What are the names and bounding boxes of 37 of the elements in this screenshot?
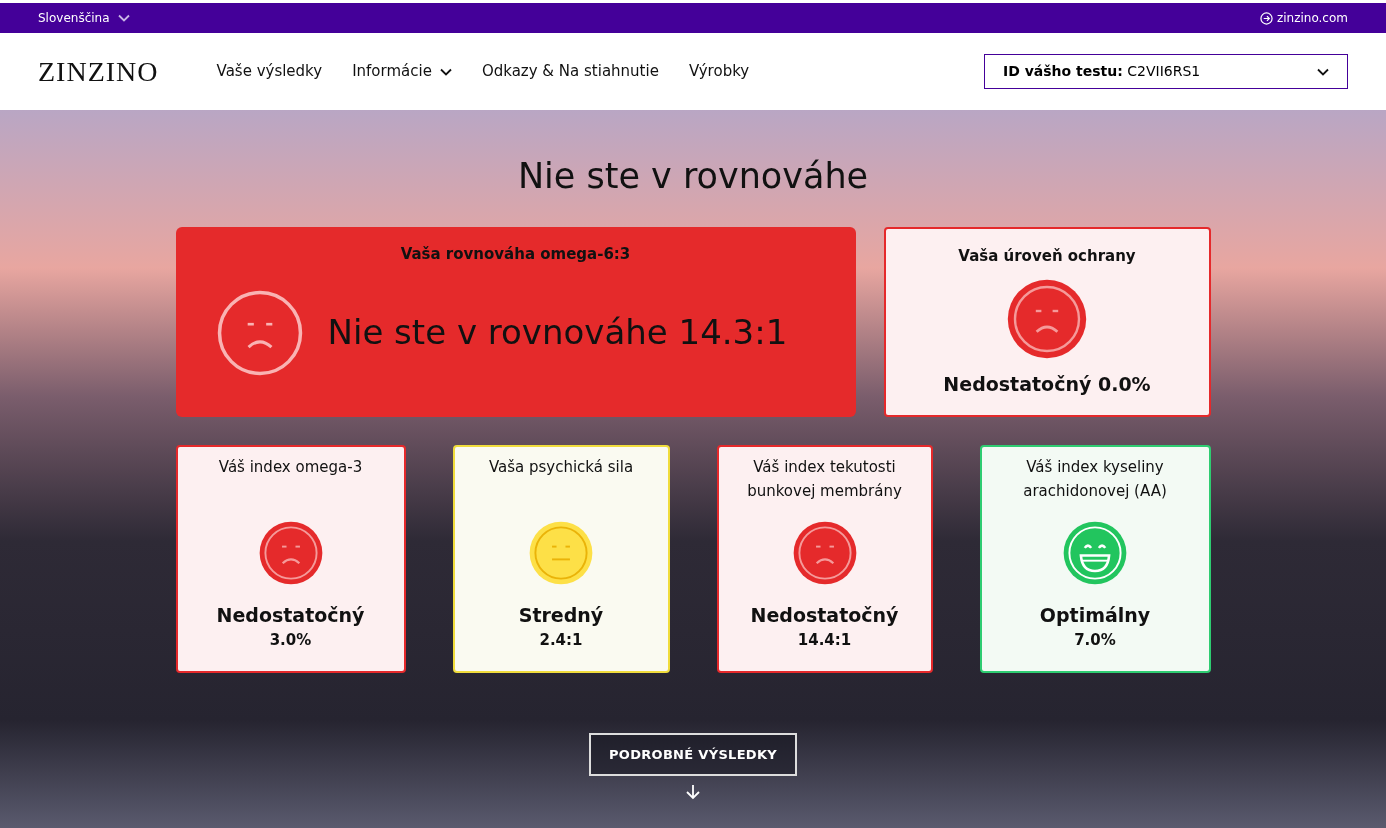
chevron-down-icon xyxy=(117,14,130,22)
rating-text: Nedostatočný xyxy=(750,602,899,628)
page-title: Nie ste v rovnováhe xyxy=(517,155,869,198)
sad-face-icon xyxy=(215,288,304,377)
language-selector[interactable]: Slovenščina xyxy=(38,9,130,27)
card-title: Vaša rovnováha omega-6:3 xyxy=(399,243,632,265)
chevron-down-icon xyxy=(1317,67,1329,76)
logo[interactable]: ZINZINO xyxy=(38,50,159,93)
rating-text: Stredný xyxy=(518,602,604,628)
nav-link[interactable]: Vaše výsledky xyxy=(216,60,323,83)
nav-link[interactable]: Výrobky xyxy=(688,60,750,83)
nav-link[interactable]: Odkazy & Na stiahnutie xyxy=(481,60,659,83)
rating-text: Nedostatočný xyxy=(216,602,365,628)
rating-text: Optimálny xyxy=(1039,602,1151,628)
sad-face-icon xyxy=(258,520,323,585)
card-title: Vaša úroveň ochrany xyxy=(958,245,1136,267)
arrow-circle-icon xyxy=(1259,11,1273,25)
nav-link[interactable]: Informácie xyxy=(352,60,452,83)
neutral-face-icon xyxy=(529,520,593,585)
card-title: Vaša psychická sila xyxy=(487,456,635,478)
card-title: Váš index kyseliny arachidonovej (AA) xyxy=(1022,456,1168,502)
card-title: Váš index omega-3 xyxy=(217,456,364,478)
result-value: 2.4:1 xyxy=(539,630,583,651)
test-id-dropdown[interactable]: ID vášho testu: C2VII6RS1 xyxy=(984,54,1348,89)
result-value: 7.0% xyxy=(1074,630,1116,651)
result-text: Nie ste v rovnováhe 14.3:1 xyxy=(327,311,788,355)
arrow-down-icon xyxy=(685,784,701,800)
result-text: Nedostatočný 0.0% xyxy=(943,372,1151,397)
smiling-face-icon xyxy=(1063,520,1127,585)
card-title: Váš index tekutosti bunkovej membrány xyxy=(746,456,903,502)
site-link[interactable]: zinzino.com xyxy=(1259,9,1348,27)
result-value: 14.4:1 xyxy=(797,630,852,651)
details-button[interactable]: PODROBNÉ VÝSLEDKY xyxy=(589,732,797,776)
sad-face-icon xyxy=(1007,278,1087,359)
result-value: 3.0% xyxy=(269,630,312,651)
sad-face-icon xyxy=(792,520,857,585)
chevron-down-icon xyxy=(439,67,452,76)
